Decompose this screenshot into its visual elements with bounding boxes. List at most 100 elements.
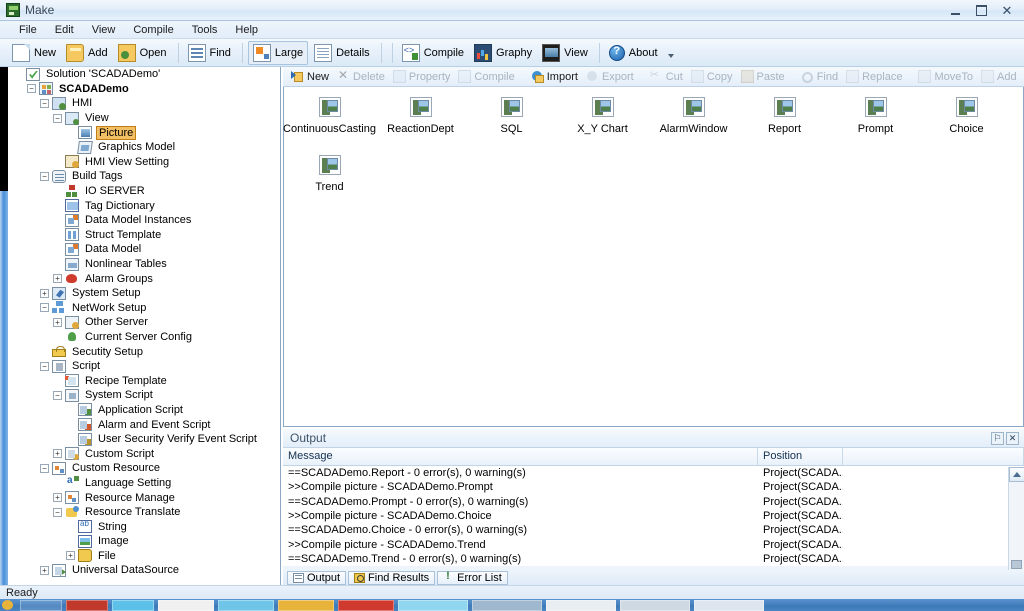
tree-item-hmi-view-setting[interactable]: HMI View Setting bbox=[8, 155, 280, 170]
pin-icon[interactable]: ⚐ bbox=[991, 432, 1004, 445]
tree-item-solution-scadademo[interactable]: Solution 'SCADADemo' bbox=[8, 67, 280, 82]
output-row[interactable]: ==SCADADemo.Choice - 0 error(s), 0 warni… bbox=[283, 523, 1024, 537]
expand-icon[interactable]: + bbox=[53, 318, 62, 327]
output-row[interactable]: ==SCADADemo.Trend - 0 error(s), 0 warnin… bbox=[283, 552, 1024, 566]
tree-item-custom-script[interactable]: +Custom Script bbox=[8, 446, 280, 461]
tab-error-list[interactable]: Error List bbox=[437, 571, 508, 585]
collapse-icon[interactable]: − bbox=[53, 114, 62, 123]
about-toolbar-button[interactable]: About bbox=[605, 41, 662, 65]
tree-item-picture[interactable]: Picture bbox=[8, 125, 280, 140]
tree-item-universal-datasource[interactable]: +Universal DataSource bbox=[8, 563, 280, 578]
taskbar-item[interactable] bbox=[694, 600, 764, 611]
taskbar-item[interactable] bbox=[158, 600, 214, 611]
expand-icon[interactable]: + bbox=[40, 566, 49, 575]
scrollbar-thumb[interactable] bbox=[1011, 560, 1022, 569]
picture-item-sql[interactable]: SQL bbox=[466, 93, 557, 151]
output-row[interactable]: >>Compile picture - SCADADemo.TrendProje… bbox=[283, 537, 1024, 551]
compile-toolbar-button[interactable]: Compile bbox=[398, 41, 468, 65]
taskbar-item[interactable] bbox=[278, 600, 334, 611]
tree-item-current-server-config[interactable]: Current Server Config bbox=[8, 330, 280, 345]
tree-item-system-script[interactable]: −System Script bbox=[8, 388, 280, 403]
tree-item-application-script[interactable]: Application Script bbox=[8, 403, 280, 418]
output-row[interactable]: >>Compile picture - SCADADemo.ChoiceProj… bbox=[283, 509, 1024, 523]
output-column-header[interactable] bbox=[843, 448, 1024, 465]
scroll-up-icon[interactable] bbox=[1009, 467, 1024, 482]
cmd-new-button[interactable]: New bbox=[287, 68, 333, 86]
collapse-icon[interactable]: − bbox=[40, 172, 49, 181]
tree-item-alarm-groups[interactable]: +Alarm Groups bbox=[8, 271, 280, 286]
expand-icon[interactable]: + bbox=[40, 289, 49, 298]
solution-explorer-tree[interactable]: Solution 'SCADADemo'−SCADADemo−HMI−ViewP… bbox=[8, 67, 281, 585]
picture-item-continuouscasting[interactable]: ContinuousCasting bbox=[284, 93, 375, 151]
tree-item-resource-translate[interactable]: −Resource Translate bbox=[8, 505, 280, 520]
tree-item-graphics-model[interactable]: Graphics Model bbox=[8, 140, 280, 155]
tree-item-hmi[interactable]: −HMI bbox=[8, 96, 280, 111]
tree-item-string[interactable]: String bbox=[8, 519, 280, 534]
tree-item-alarm-and-event-script[interactable]: Alarm and Event Script bbox=[8, 417, 280, 432]
tree-item-build-tags[interactable]: −Build Tags bbox=[8, 169, 280, 184]
picture-item-x-y-chart[interactable]: X_Y Chart bbox=[557, 93, 648, 151]
tab-find-results[interactable]: Find Results bbox=[348, 571, 435, 585]
expand-icon[interactable]: + bbox=[53, 274, 62, 283]
collapse-icon[interactable]: − bbox=[40, 303, 49, 312]
tree-item-custom-resource[interactable]: −Custom Resource bbox=[8, 461, 280, 476]
expand-icon[interactable]: + bbox=[53, 493, 62, 502]
details-toolbar-button[interactable]: Details bbox=[310, 41, 374, 65]
taskbar-item[interactable] bbox=[338, 600, 394, 611]
expand-icon[interactable]: + bbox=[66, 551, 75, 560]
taskbar-item[interactable] bbox=[218, 600, 274, 611]
find-toolbar-button[interactable]: Find bbox=[184, 41, 235, 65]
output-row[interactable]: >>Compile picture - SCADADemo.PromptProj… bbox=[283, 480, 1024, 494]
picture-item-reactiondept[interactable]: ReactionDept bbox=[375, 93, 466, 151]
tab-output[interactable]: Output bbox=[287, 571, 346, 585]
taskbar-item[interactable] bbox=[620, 600, 690, 611]
tree-item-nonlinear-tables[interactable]: Nonlinear Tables bbox=[8, 257, 280, 272]
taskbar-item[interactable] bbox=[398, 600, 468, 611]
collapse-icon[interactable]: − bbox=[53, 391, 62, 400]
collapse-icon[interactable]: − bbox=[40, 99, 49, 108]
picture-item-trend[interactable]: Trend bbox=[284, 151, 375, 209]
output-row[interactable]: ==SCADADemo.Report - 0 error(s), 0 warni… bbox=[283, 466, 1024, 480]
collapse-icon[interactable]: − bbox=[40, 464, 49, 473]
tree-item-data-model-instances[interactable]: Data Model Instances bbox=[8, 213, 280, 228]
menu-item-file[interactable]: File bbox=[10, 22, 46, 38]
tree-item-user-security-verify-event-script[interactable]: User Security Verify Event Script bbox=[8, 432, 280, 447]
tree-item-system-setup[interactable]: +System Setup bbox=[8, 286, 280, 301]
tree-item-secutity-setup[interactable]: Secutity Setup bbox=[8, 344, 280, 359]
taskbar-start-icon[interactable] bbox=[2, 600, 13, 610]
output-scrollbar[interactable] bbox=[1008, 467, 1024, 585]
tree-item-script[interactable]: −Script bbox=[8, 359, 280, 374]
tree-item-file[interactable]: +File bbox=[8, 549, 280, 564]
menu-item-edit[interactable]: Edit bbox=[46, 22, 83, 38]
cmd-import-button[interactable]: Import bbox=[527, 68, 582, 86]
tree-item-tag-dictionary[interactable]: Tag Dictionary bbox=[8, 198, 280, 213]
tree-item-other-server[interactable]: +Other Server bbox=[8, 315, 280, 330]
view-toolbar-button[interactable]: View bbox=[538, 41, 592, 65]
new-toolbar-button[interactable]: New bbox=[8, 41, 60, 65]
taskbar-item[interactable] bbox=[20, 600, 62, 611]
picture-item-prompt[interactable]: Prompt bbox=[830, 93, 921, 151]
output-row[interactable]: ==SCADADemo.Prompt - 0 error(s), 0 warni… bbox=[283, 495, 1024, 509]
menu-item-help[interactable]: Help bbox=[226, 22, 267, 38]
tree-item-resource-manage[interactable]: +Resource Manage bbox=[8, 490, 280, 505]
maximize-button[interactable] bbox=[968, 2, 994, 20]
tree-item-struct-template[interactable]: Struct Template bbox=[8, 228, 280, 243]
minimize-button[interactable] bbox=[942, 2, 968, 20]
output-column-header[interactable]: Message bbox=[283, 448, 758, 465]
large-toolbar-button[interactable]: Large bbox=[248, 41, 308, 65]
tree-item-scadademo[interactable]: −SCADADemo bbox=[8, 82, 280, 97]
output-column-header[interactable]: Position bbox=[758, 448, 843, 465]
close-button[interactable]: ✕ bbox=[994, 2, 1020, 20]
collapse-icon[interactable]: − bbox=[40, 362, 49, 371]
menu-item-tools[interactable]: Tools bbox=[183, 22, 227, 38]
tree-item-io-server[interactable]: IO SERVER bbox=[8, 184, 280, 199]
tree-item-view[interactable]: −View bbox=[8, 111, 280, 126]
tree-item-language-setting[interactable]: Language Setting bbox=[8, 476, 280, 491]
taskbar-item[interactable] bbox=[546, 600, 616, 611]
expand-icon[interactable]: + bbox=[53, 449, 62, 458]
open-toolbar-button[interactable]: Open bbox=[114, 41, 171, 65]
graphy-toolbar-button[interactable]: Graphy bbox=[470, 41, 536, 65]
toolbar-overflow-chevron-down-icon[interactable] bbox=[668, 54, 674, 58]
picture-item-report[interactable]: Report bbox=[739, 93, 830, 151]
picture-icon-area[interactable]: ContinuousCastingReactionDeptSQLX_Y Char… bbox=[283, 87, 1024, 427]
